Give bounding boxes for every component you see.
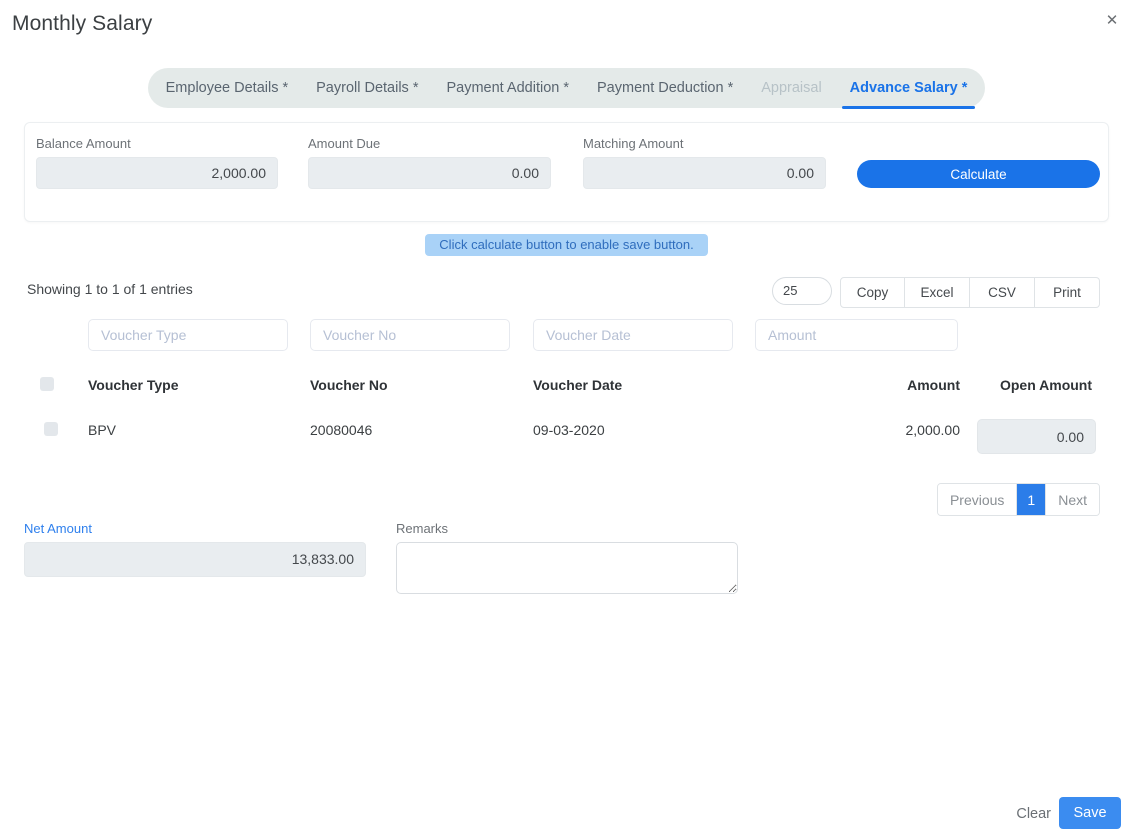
pagination-next-button[interactable]: Next bbox=[1045, 484, 1099, 515]
tab-appraisal: Appraisal bbox=[747, 68, 835, 108]
matching-amount-field: 0.00 bbox=[583, 157, 826, 189]
column-header-voucher-date: Voucher Date bbox=[533, 377, 623, 393]
amount-due-group: Amount Due 0.00 bbox=[308, 136, 551, 189]
cell-voucher-date: 09-03-2020 bbox=[533, 422, 605, 438]
tab-list: Employee Details * Payroll Details * Pay… bbox=[147, 68, 986, 109]
net-amount-field: 13,833.00 bbox=[24, 542, 366, 577]
close-icon[interactable]: ✕ bbox=[1101, 9, 1123, 31]
tab-payroll-details[interactable]: Payroll Details * bbox=[302, 68, 432, 108]
balance-amount-field: 2,000.00 bbox=[36, 157, 278, 189]
tab-bar: Employee Details * Payroll Details * Pay… bbox=[0, 68, 1133, 109]
page-length-select[interactable]: 25 bbox=[772, 277, 832, 305]
cell-voucher-no: 20080046 bbox=[310, 422, 373, 438]
filter-voucher-date-input[interactable] bbox=[533, 319, 733, 351]
balance-amount-label: Balance Amount bbox=[36, 136, 131, 151]
page-title: Monthly Salary bbox=[12, 12, 153, 35]
amount-due-field: 0.00 bbox=[308, 157, 551, 189]
net-amount-group: Net Amount 13,833.00 bbox=[24, 521, 366, 577]
clear-button[interactable]: Clear bbox=[1008, 800, 1059, 828]
alert-container: Click calculate button to enable save bu… bbox=[0, 234, 1133, 256]
filter-amount-input[interactable] bbox=[755, 319, 958, 351]
remarks-group: Remarks bbox=[396, 521, 738, 594]
tab-employee-details[interactable]: Employee Details * bbox=[152, 68, 303, 108]
export-button-group: Copy Excel CSV Print bbox=[840, 277, 1100, 308]
balance-amount-group: Balance Amount 2,000.00 bbox=[36, 136, 278, 189]
remarks-textarea[interactable] bbox=[396, 542, 738, 594]
pagination: Previous 1 Next bbox=[936, 483, 1100, 516]
column-header-voucher-no: Voucher No bbox=[310, 377, 388, 393]
pagination-previous-button[interactable]: Previous bbox=[937, 484, 1017, 515]
tab-advance-salary[interactable]: Advance Salary * bbox=[836, 68, 982, 109]
amounts-card: Balance Amount 2,000.00 Amount Due 0.00 … bbox=[24, 122, 1109, 222]
excel-button[interactable]: Excel bbox=[905, 277, 970, 308]
print-button[interactable]: Print bbox=[1035, 277, 1100, 308]
calculate-hint-alert: Click calculate button to enable save bu… bbox=[425, 234, 708, 256]
tab-payment-deduction[interactable]: Payment Deduction * bbox=[583, 68, 747, 108]
pagination-page-1-button[interactable]: 1 bbox=[1016, 484, 1046, 515]
matching-amount-group: Matching Amount 0.00 bbox=[583, 136, 826, 189]
amount-due-label: Amount Due bbox=[308, 136, 381, 151]
select-all-checkbox[interactable] bbox=[40, 377, 54, 391]
row-select-checkbox[interactable] bbox=[44, 422, 58, 436]
csv-button[interactable]: CSV bbox=[970, 277, 1035, 308]
cell-voucher-type: BPV bbox=[88, 422, 117, 438]
matching-amount-label: Matching Amount bbox=[583, 136, 684, 151]
remarks-label: Remarks bbox=[396, 521, 449, 536]
filter-voucher-no-input[interactable] bbox=[310, 319, 510, 351]
column-header-voucher-type: Voucher Type bbox=[88, 377, 179, 393]
cell-open-amount-input[interactable] bbox=[977, 419, 1096, 454]
save-button[interactable]: Save bbox=[1059, 797, 1121, 829]
calculate-button[interactable]: Calculate bbox=[857, 160, 1100, 188]
column-header-open-amount: Open Amount bbox=[999, 377, 1093, 393]
showing-entries-label: Showing 1 to 1 of 1 entries bbox=[27, 281, 193, 297]
column-header-amount: Amount bbox=[907, 377, 960, 393]
copy-button[interactable]: Copy bbox=[840, 277, 905, 308]
tab-payment-addition[interactable]: Payment Addition * bbox=[432, 68, 583, 108]
net-amount-label: Net Amount bbox=[24, 521, 92, 536]
filter-voucher-type-input[interactable] bbox=[88, 319, 288, 351]
cell-amount: 2,000.00 bbox=[905, 422, 961, 438]
